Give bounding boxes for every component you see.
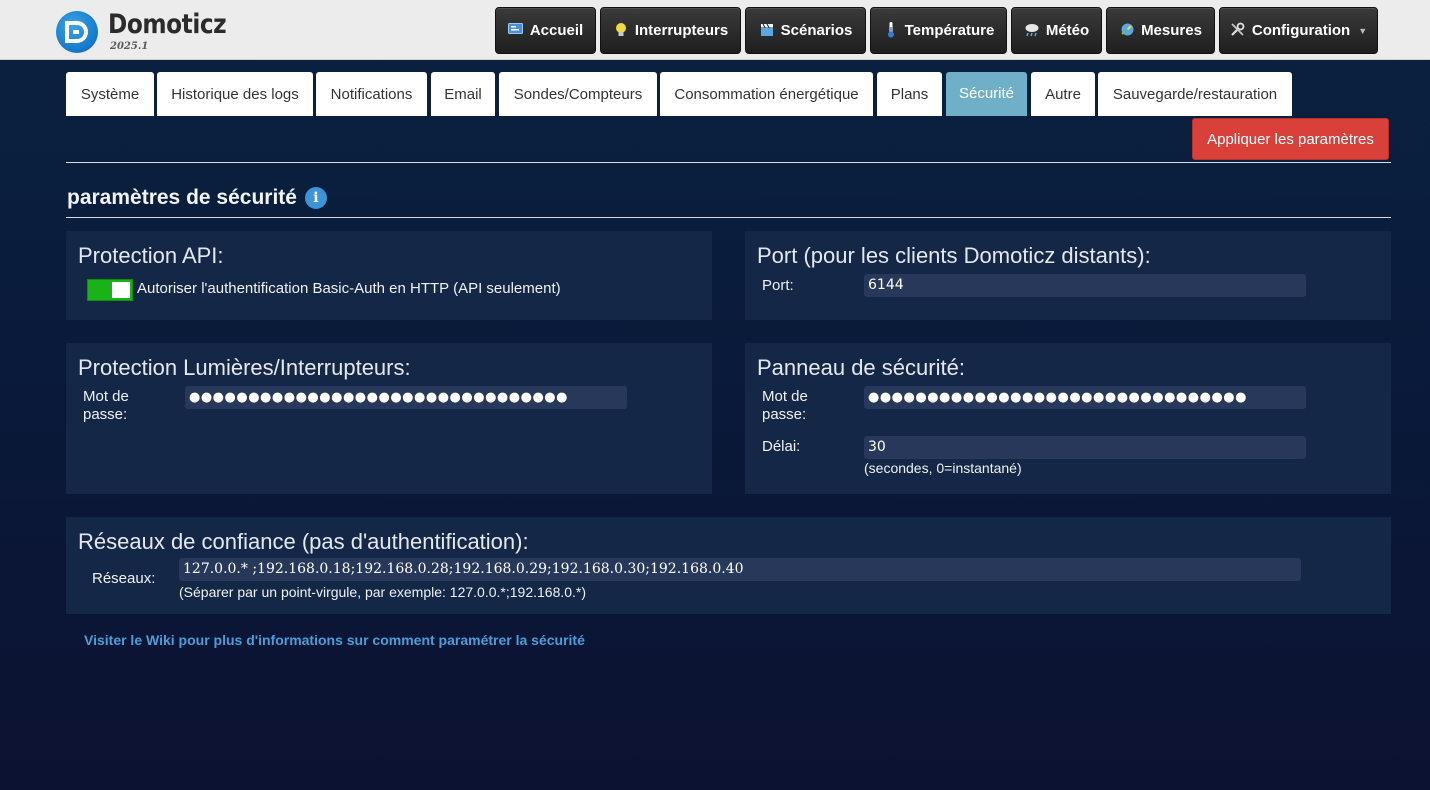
- nav-meteo-button[interactable]: Météo: [1011, 7, 1102, 54]
- nav-scenarios-button[interactable]: Scénarios: [745, 7, 866, 54]
- nav-temperature-button[interactable]: Température: [870, 7, 1007, 54]
- api-protection-panel: Protection API: Autoriser l'authentifica…: [66, 231, 712, 320]
- networks-input[interactable]: 127.0.0.* ;192.168.0.18;192.168.0.28;192…: [179, 558, 1301, 581]
- tab-plans[interactable]: Plans: [877, 72, 942, 116]
- security-panel-title: Panneau de sécurité:: [757, 355, 965, 380]
- domoticz-logo[interactable]: Domoticz 2025.1: [56, 9, 236, 53]
- tab-sondes-compteurs[interactable]: Sondes/Compteurs: [499, 72, 657, 116]
- toggle-knob: [112, 282, 130, 298]
- nav-interrupteurs-button[interactable]: Interrupteurs: [600, 7, 741, 54]
- delay-label: Délai:: [762, 438, 801, 455]
- lights-password-label: Mot de passe:: [83, 388, 129, 424]
- domoticz-logo-icon: [56, 11, 98, 53]
- port-panel: Port (pour les clients Domoticz distants…: [745, 231, 1391, 320]
- section-title-text: paramètres de sécurité: [67, 186, 297, 209]
- monitor-icon: [508, 23, 524, 38]
- tab-sauvegarde-restauration[interactable]: Sauvegarde/restauration: [1098, 72, 1292, 116]
- tab-systeme[interactable]: Système: [66, 72, 154, 116]
- security-password-label: Mot de passe:: [762, 388, 808, 424]
- port-input[interactable]: 6144: [864, 274, 1306, 297]
- tab-autre[interactable]: Autre: [1031, 72, 1095, 116]
- tab-securite[interactable]: Sécurité: [946, 72, 1027, 116]
- port-label: Port:: [762, 277, 794, 294]
- section-title: paramètres de sécurité i: [67, 186, 327, 210]
- nav-accueil-button[interactable]: Accueil: [495, 7, 596, 54]
- delay-input[interactable]: 30: [864, 436, 1306, 459]
- lights-password-label-line1: Mot de: [83, 388, 129, 405]
- lights-password-input[interactable]: ●●●●●●●●●●●●●●●●●●●●●●●●●●●●●●●●: [185, 386, 627, 409]
- tab-historique-logs[interactable]: Historique des logs: [157, 72, 313, 116]
- trusted-networks-panel: Réseaux de confiance (pas d'authentifica…: [66, 517, 1391, 614]
- nav-meteo-label: Météo: [1045, 22, 1090, 39]
- nav-mesures-label: Mesures: [1141, 22, 1202, 39]
- port-panel-title: Port (pour les clients Domoticz distants…: [757, 243, 1151, 268]
- gauge-icon: [1119, 22, 1135, 39]
- chevron-down-icon: ▼: [1358, 25, 1368, 36]
- security-password-label-line1: Mot de: [762, 388, 808, 405]
- basic-auth-toggle[interactable]: [87, 279, 133, 301]
- nav-configuration-button[interactable]: Configuration ▼: [1219, 7, 1378, 54]
- app-name: Domoticz: [108, 9, 227, 40]
- nav-mesures-button[interactable]: Mesures: [1106, 7, 1215, 54]
- lights-protection-title: Protection Lumières/Interrupteurs:: [78, 355, 411, 380]
- nav-interrupteurs-label: Interrupteurs: [634, 22, 729, 39]
- tools-icon: [1230, 22, 1246, 39]
- nav-configuration-label: Configuration: [1251, 22, 1351, 39]
- lights-protection-panel: Protection Lumières/Interrupteurs: Mot d…: [66, 343, 712, 494]
- security-password-input[interactable]: ●●●●●●●●●●●●●●●●●●●●●●●●●●●●●●●●: [864, 386, 1306, 409]
- trusted-networks-title: Réseaux de confiance (pas d'authentifica…: [78, 529, 529, 554]
- networks-hint: (Séparer par un point-virgule, par exemp…: [179, 584, 587, 600]
- nav-temperature-label: Température: [904, 22, 995, 39]
- delay-hint: (secondes, 0=instantané): [864, 460, 1022, 476]
- security-panel-panel: Panneau de sécurité: Mot de passe: ●●●●●…: [745, 343, 1391, 494]
- networks-label: Réseaux:: [92, 570, 156, 587]
- tab-notifications[interactable]: Notifications: [316, 72, 427, 116]
- nav-accueil-label: Accueil: [529, 22, 584, 39]
- lights-password-label-line2: passe:: [83, 406, 128, 423]
- tab-consommation-energetique[interactable]: Consommation énergétique: [660, 72, 873, 116]
- divider-top: [66, 162, 1391, 163]
- tab-email[interactable]: Email: [431, 72, 495, 116]
- nav-scenarios-label: Scénarios: [780, 22, 853, 39]
- clapperboard-icon: [759, 23, 775, 39]
- basic-auth-toggle-label: Autoriser l'authentification Basic-Auth …: [137, 280, 561, 297]
- app-version: 2025.1: [110, 41, 149, 52]
- divider-section: [66, 217, 1391, 218]
- security-password-label-line2: passe:: [762, 406, 807, 423]
- apply-settings-button[interactable]: Appliquer les paramètres: [1192, 118, 1389, 160]
- thermometer-icon: [883, 21, 899, 40]
- info-icon[interactable]: i: [304, 187, 327, 209]
- lightbulb-icon: [613, 22, 629, 40]
- wiki-security-link[interactable]: Visiter le Wiki pour plus d'informations…: [84, 632, 585, 648]
- top-navbar: Domoticz 2025.1 Accueil Interrupteurs Sc…: [0, 0, 1430, 60]
- cloud-rain-icon: [1024, 22, 1040, 39]
- api-protection-title: Protection API:: [78, 243, 224, 268]
